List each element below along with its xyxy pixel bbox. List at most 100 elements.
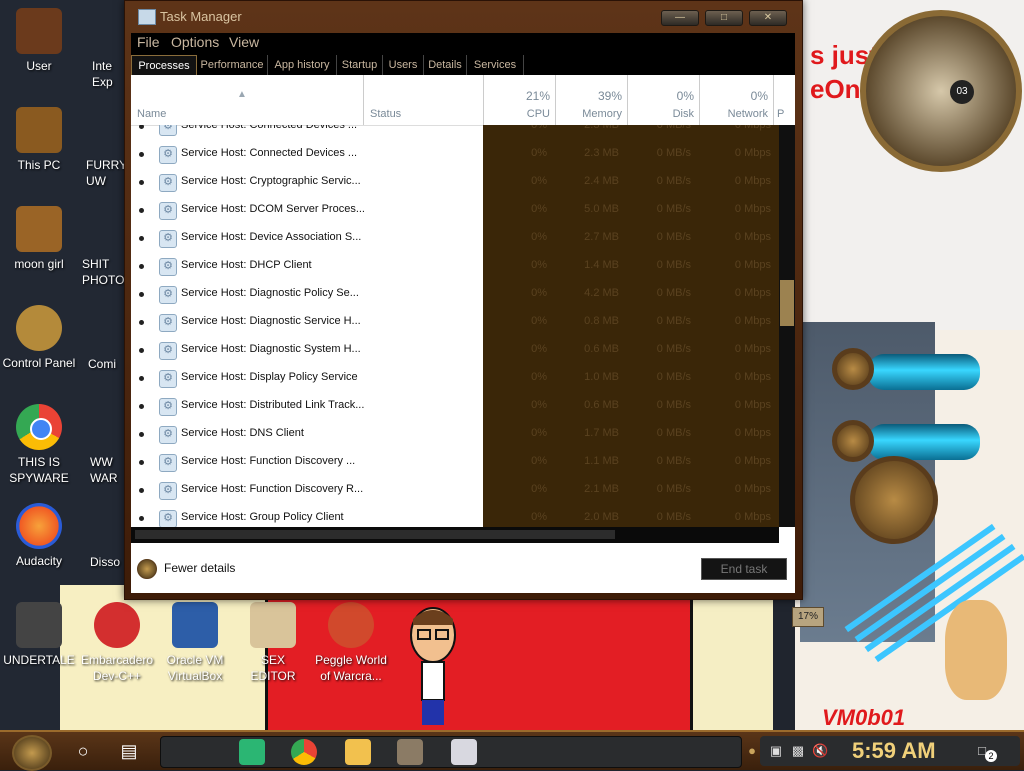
horizontal-scrollbar[interactable] bbox=[131, 527, 779, 543]
memory-value: 4.2 MB bbox=[584, 287, 619, 299]
desktop-icon-hex-editor[interactable]: SEX EDITOR bbox=[234, 602, 312, 684]
column-status[interactable]: Status bbox=[363, 75, 484, 125]
volume-muted-icon[interactable]: 🔇 bbox=[812, 743, 828, 759]
column-name-label: Name bbox=[137, 108, 167, 120]
horizontal-scrollbar-thumb[interactable] bbox=[135, 530, 615, 539]
desktop-icon-peggle[interactable]: Peggle World of Warcra... bbox=[312, 602, 390, 684]
network-value: 0 Mbps bbox=[734, 125, 771, 131]
search-icon[interactable]: ○ bbox=[68, 737, 98, 765]
expand-icon[interactable] bbox=[139, 292, 144, 297]
tray-overflow-icon[interactable]: ● bbox=[744, 743, 760, 759]
desktop-icon-ie-partial[interactable]: Inte Exp bbox=[92, 58, 113, 90]
table-row[interactable]: ⚙ Service Host: Group Policy Client 0% 2.0 … bbox=[131, 504, 779, 527]
maximize-button[interactable]: □ bbox=[705, 10, 743, 26]
tab-details[interactable]: Details bbox=[424, 55, 467, 75]
tab-startup[interactable]: Startup bbox=[337, 55, 383, 75]
table-row[interactable]: ⚙ Service Host: Connected Devices ... 0% 2.… bbox=[131, 140, 779, 168]
end-task-button[interactable]: End task bbox=[701, 558, 787, 580]
tab-services[interactable]: Services bbox=[467, 55, 524, 75]
network-total: 0% bbox=[750, 89, 768, 103]
tab-processes[interactable]: Processes bbox=[131, 55, 197, 76]
close-button[interactable]: ✕ bbox=[749, 10, 787, 26]
desktop-icon-this-pc[interactable]: This PC bbox=[0, 107, 78, 173]
table-row[interactable]: ⚙ Service Host: Function Discovery ... 0% 1… bbox=[131, 448, 779, 476]
vertical-scrollbar[interactable] bbox=[779, 125, 795, 527]
column-name[interactable]: Name bbox=[131, 75, 363, 125]
desktop-icon-furry-partial[interactable]: FURRY UW bbox=[86, 157, 127, 189]
table-row[interactable]: ⚙ Service Host: DHCP Client 0% 1.4 MB 0 MB/s… bbox=[131, 252, 779, 280]
expand-icon[interactable] bbox=[139, 376, 144, 381]
expand-icon[interactable] bbox=[139, 125, 144, 129]
scrollbar-thumb[interactable] bbox=[780, 280, 794, 326]
column-network[interactable]: 0% Network bbox=[699, 75, 774, 125]
taskbar-clock[interactable]: 5:59 AM bbox=[852, 736, 936, 766]
column-memory[interactable]: 39% Memory bbox=[555, 75, 628, 125]
desktop-icon-control-panel[interactable]: Control Panel bbox=[0, 305, 78, 371]
expand-icon[interactable] bbox=[139, 320, 144, 325]
task-manager-taskbar-icon[interactable] bbox=[451, 739, 477, 765]
column-power[interactable]: P bbox=[773, 75, 796, 125]
minimize-button[interactable]: — bbox=[661, 10, 699, 26]
desktop-icon-war-partial[interactable]: WW WAR bbox=[90, 454, 118, 486]
notes-app-icon[interactable] bbox=[239, 739, 265, 765]
desktop-icon-user[interactable]: User bbox=[0, 8, 78, 74]
menu-options[interactable]: Options bbox=[171, 33, 219, 51]
expand-icon[interactable] bbox=[139, 516, 144, 521]
table-row[interactable]: ⚙ Service Host: Function Discovery R... 0%… bbox=[131, 476, 779, 504]
process-name: Service Host: Function Discovery ... bbox=[181, 455, 356, 467]
start-button[interactable] bbox=[12, 735, 52, 771]
desktop-icon-photo-partial[interactable]: SHIT PHOTO bbox=[82, 256, 124, 288]
table-row[interactable]: ⚙ Service Host: Diagnostic System H... 0% 0… bbox=[131, 336, 779, 364]
disk-total: 0% bbox=[676, 89, 694, 103]
expand-icon[interactable] bbox=[139, 152, 144, 157]
fewer-details-link[interactable]: Fewer details bbox=[164, 561, 235, 575]
table-row[interactable]: ⚙ Service Host: DCOM Server Proces... 0% 5.… bbox=[131, 196, 779, 224]
expand-icon[interactable] bbox=[139, 264, 144, 269]
network-icon[interactable]: ▩ bbox=[790, 743, 806, 759]
expand-icon[interactable] bbox=[139, 348, 144, 353]
column-cpu[interactable]: 21% CPU bbox=[483, 75, 556, 125]
memory-value: 2.7 MB bbox=[584, 231, 619, 243]
desktop-icon-audacity[interactable]: Audacity bbox=[0, 503, 78, 569]
process-name: Service Host: Distributed Link Track... bbox=[181, 399, 365, 411]
column-disk[interactable]: 0% Disk bbox=[627, 75, 700, 125]
collapse-icon[interactable] bbox=[137, 559, 157, 579]
expand-icon[interactable] bbox=[139, 404, 144, 409]
desktop-icon-undertale[interactable]: UNDERTALE bbox=[0, 602, 78, 668]
chrome-taskbar-icon[interactable] bbox=[291, 739, 317, 765]
tab-app-history[interactable]: App history bbox=[268, 55, 337, 75]
desktop-icon-devcpp[interactable]: Embarcadero Dev-C++ bbox=[78, 602, 156, 684]
menu-view[interactable]: View bbox=[229, 33, 259, 51]
table-row[interactable]: ⚙ Service Host: Device Association S... 0%… bbox=[131, 224, 779, 252]
desktop-icon-chrome[interactable]: THIS IS SPYWARE bbox=[0, 404, 78, 486]
table-row[interactable]: ⚙ Service Host: DNS Client 0% 1.7 MB 0 MB/s 0… bbox=[131, 420, 779, 448]
file-explorer-icon[interactable] bbox=[345, 739, 371, 765]
table-row[interactable]: ⚙ Service Host: Distributed Link Track...… bbox=[131, 392, 779, 420]
expand-icon[interactable] bbox=[139, 236, 144, 241]
table-row[interactable]: ⚙ Service Host: Display Policy Service 0% 1… bbox=[131, 364, 779, 392]
tab-users[interactable]: Users bbox=[383, 55, 424, 75]
disk-value: 0 MB/s bbox=[656, 287, 691, 299]
table-row[interactable]: ⚙ Service Host: Connected Devices ... 0% 2.… bbox=[131, 125, 779, 140]
menu-file[interactable]: File bbox=[137, 33, 160, 51]
desktop-icon-comic-partial[interactable]: Comi bbox=[88, 356, 116, 372]
title-bar[interactable]: Task Manager — □ ✕ bbox=[125, 1, 802, 33]
cpu-value: 0% bbox=[531, 511, 547, 523]
expand-icon[interactable] bbox=[139, 208, 144, 213]
expand-icon[interactable] bbox=[139, 432, 144, 437]
desktop-icon-moon-girl[interactable]: moon girl bbox=[0, 206, 78, 272]
task-view-icon[interactable]: ▤ bbox=[114, 737, 144, 765]
disk-value: 0 MB/s bbox=[656, 483, 691, 495]
tab-performance[interactable]: Performance bbox=[197, 55, 268, 75]
desktop-icon-discord-partial[interactable]: Disso bbox=[90, 554, 120, 570]
table-row[interactable]: ⚙ Service Host: Cryptographic Servic... 0%… bbox=[131, 168, 779, 196]
cpu-value: 0% bbox=[531, 175, 547, 187]
expand-icon[interactable] bbox=[139, 488, 144, 493]
expand-icon[interactable] bbox=[139, 180, 144, 185]
table-row[interactable]: ⚙ Service Host: Diagnostic Policy Se... 0%… bbox=[131, 280, 779, 308]
steampunk-app-icon[interactable] bbox=[397, 739, 423, 765]
monitor-icon[interactable]: ▣ bbox=[768, 743, 784, 759]
expand-icon[interactable] bbox=[139, 460, 144, 465]
table-row[interactable]: ⚙ Service Host: Diagnostic Service H... 0%… bbox=[131, 308, 779, 336]
desktop-icon-virtualbox[interactable]: Oracle VM VirtualBox bbox=[156, 602, 234, 684]
